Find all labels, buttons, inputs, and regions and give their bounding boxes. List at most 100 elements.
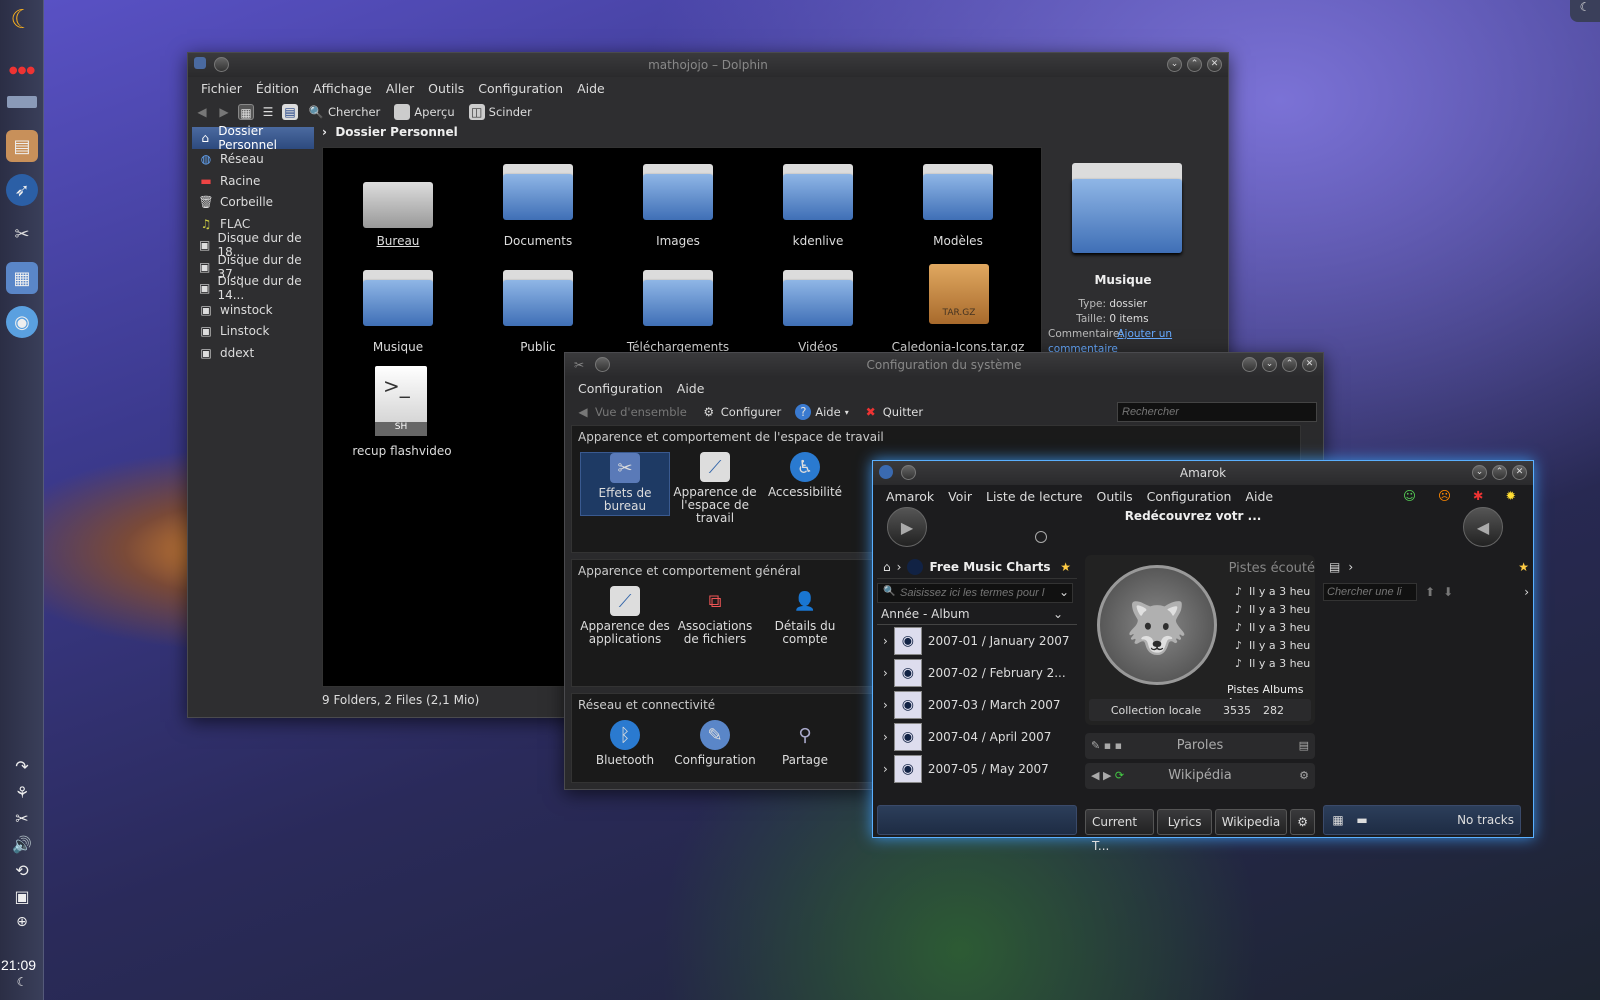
playlist-add-icon[interactable]: ▦	[1330, 812, 1346, 828]
folder-bureau-icon[interactable]	[363, 172, 433, 228]
source-name[interactable]: Free Music Charts	[929, 560, 1050, 574]
played-item[interactable]: Il y a 3 heu	[1249, 657, 1310, 670]
minimize-button[interactable]: ⌄	[1167, 57, 1182, 72]
browser-icon[interactable]: ➶	[6, 174, 38, 206]
played-item[interactable]: Il y a 3 heu	[1249, 639, 1310, 652]
desktop-effects-item[interactable]: ✂ Effets de bureau	[580, 452, 670, 516]
item-label[interactable]: Documents	[473, 234, 603, 248]
desktop-toolbox-icon[interactable]: ☾	[1570, 0, 1600, 22]
folder-icon[interactable]	[923, 164, 993, 220]
lightbulb-icon[interactable]: ✹	[1499, 488, 1523, 503]
place-root[interactable]: ▬ Racine	[192, 170, 314, 192]
accessibility-item[interactable]: ♿ Accessibilité	[760, 452, 850, 499]
up-arrow-icon[interactable]: ⬆	[1425, 585, 1435, 599]
menu-aide[interactable]: Aide	[570, 81, 612, 96]
place-ddext[interactable]: ▣ ddext	[192, 342, 314, 364]
script-file-icon[interactable]: >_ SH	[375, 366, 427, 436]
forward-arrow-icon[interactable]: ▶	[216, 104, 232, 120]
item-label[interactable]: recup flashvideo	[337, 444, 467, 458]
pin-button[interactable]	[901, 465, 916, 480]
menu-configuration[interactable]: Configuration	[571, 381, 670, 396]
close-button[interactable]: ✕	[1302, 357, 1317, 372]
search-button[interactable]: 🔍 Chercher	[304, 102, 384, 122]
split-button[interactable]: ◫ Scinder	[465, 102, 536, 122]
sharing-item[interactable]: ⚲ Partage	[760, 720, 850, 767]
list-item[interactable]: › ◉ 2007-02 / February 2...	[877, 657, 1077, 689]
chevron-down-icon[interactable]: ⌄	[1059, 585, 1069, 599]
chromium-icon[interactable]: ◉	[6, 306, 38, 338]
menu-voir[interactable]: Voir	[941, 489, 979, 504]
edit-icon[interactable]: ✎ ▪ ▪	[1091, 733, 1122, 759]
played-item[interactable]: Il y a 3 heu	[1249, 621, 1310, 634]
sysconf-titlebar[interactable]: ✂ Configuration du système ⌄ ⌃ ✕	[565, 353, 1323, 377]
maximize-button[interactable]: ⌃	[1492, 465, 1507, 480]
item-label[interactable]: Modèles	[893, 234, 1023, 248]
amarok-app-icon[interactable]	[879, 465, 893, 479]
navigation-arrows-icon[interactable]: ◀ ▶ ⟳	[1091, 763, 1124, 789]
minimize-button[interactable]: ⌄	[1262, 357, 1277, 372]
folder-icon[interactable]	[643, 164, 713, 220]
item-label[interactable]: Bureau	[333, 234, 463, 248]
play-button[interactable]: ▶	[887, 507, 927, 547]
menu-fichier[interactable]: Fichier	[194, 81, 249, 96]
cashew-icon[interactable]: ☾	[6, 966, 38, 998]
minimize-button[interactable]: ⌄	[1472, 465, 1487, 480]
chevron-right-icon[interactable]: ›	[1524, 585, 1529, 599]
place-linstock[interactable]: ▣ Linstock	[192, 321, 314, 343]
tab-wikipedia[interactable]: Wikipedia	[1214, 809, 1288, 835]
gear-icon[interactable]: ⚙	[1290, 809, 1315, 835]
menu-aide[interactable]: Aide	[1238, 489, 1280, 504]
place-disk-14[interactable]: ▣ Disque dur de 14...	[192, 274, 314, 302]
overview-button[interactable]: ◀ Vue d'ensemble	[571, 402, 691, 422]
pager-dots-icon[interactable]: ●●●	[6, 54, 38, 86]
playlist-layout-icon[interactable]: ▬	[1354, 812, 1370, 828]
bug-icon[interactable]: ✱	[1466, 488, 1490, 503]
menu-aide[interactable]: Aide	[670, 381, 712, 396]
playlist-layout-icon[interactable]: ▤	[1329, 560, 1340, 574]
collection-search-input[interactable]	[877, 583, 1073, 603]
app-appearance-item[interactable]: ⟋ Apparence des applications	[580, 586, 670, 646]
bookmark-star-icon[interactable]: ★	[1518, 560, 1529, 574]
back-arrow-icon[interactable]: ◀	[194, 104, 210, 120]
preview-button[interactable]: Aperçu	[390, 102, 458, 122]
menu-outils[interactable]: Outils	[421, 81, 471, 96]
list-item[interactable]: › ◉ 2007-05 / May 2007	[877, 753, 1077, 785]
menu-configuration[interactable]: Configuration	[471, 81, 570, 96]
sort-select[interactable]: Année - Album ⌄	[877, 607, 1077, 625]
bluetooth-item[interactable]: ᛒ Bluetooth	[580, 720, 670, 767]
menu-amarok[interactable]: Amarok	[879, 489, 941, 504]
add-widget-icon[interactable]: ⊕	[6, 906, 38, 938]
archive-icon[interactable]: TAR.GZ	[929, 264, 989, 324]
desktop-pager-icon[interactable]	[6, 86, 38, 118]
tab-current-track[interactable]: Current T...	[1085, 809, 1155, 853]
place-trash[interactable]: 🗑 Corbeille	[192, 192, 314, 214]
kmenu-icon[interactable]: ☾	[6, 4, 38, 36]
playlist-search-input[interactable]	[1323, 583, 1417, 601]
menu-affichage[interactable]: Affichage	[306, 81, 379, 96]
tools-icon[interactable]: ✂	[571, 357, 587, 373]
wiki-settings-icon[interactable]: ⚙	[1299, 763, 1309, 789]
folder-icon[interactable]	[503, 270, 573, 326]
down-arrow-icon[interactable]: ⬇	[1443, 585, 1453, 599]
menu-playlist[interactable]: Liste de lecture	[979, 489, 1090, 504]
dolphin-app-icon[interactable]	[194, 57, 206, 69]
file-associations-item[interactable]: ⧉ Associations de fichiers	[670, 586, 760, 646]
close-button[interactable]: ✕	[1512, 465, 1527, 480]
progress-handle[interactable]	[1035, 531, 1047, 543]
list-item[interactable]: › ◉ 2007-01 / January 2007	[877, 625, 1077, 657]
maximize-button[interactable]: ⌃	[1282, 357, 1297, 372]
home-icon[interactable]: ⌂	[883, 560, 891, 574]
amarok-titlebar[interactable]: Amarok ⌄ ⌃ ✕	[873, 461, 1533, 485]
menu-edition[interactable]: Édition	[249, 81, 306, 96]
search-input[interactable]	[1117, 402, 1317, 422]
file-manager-icon[interactable]: ▦	[6, 262, 38, 294]
configure-button[interactable]: ⚙ Configurer	[697, 402, 785, 422]
folder-icon[interactable]	[783, 270, 853, 326]
pin-button[interactable]	[214, 57, 229, 72]
help-button[interactable]: ? Aide ▾	[791, 402, 852, 422]
folder-icon[interactable]	[503, 164, 573, 220]
close-button[interactable]: ✕	[1207, 57, 1222, 72]
volume-button[interactable]: ◀	[1463, 507, 1503, 547]
tools-icon[interactable]: ✂	[6, 218, 38, 250]
breadcrumb[interactable]: › Dossier Personnel	[322, 125, 458, 139]
